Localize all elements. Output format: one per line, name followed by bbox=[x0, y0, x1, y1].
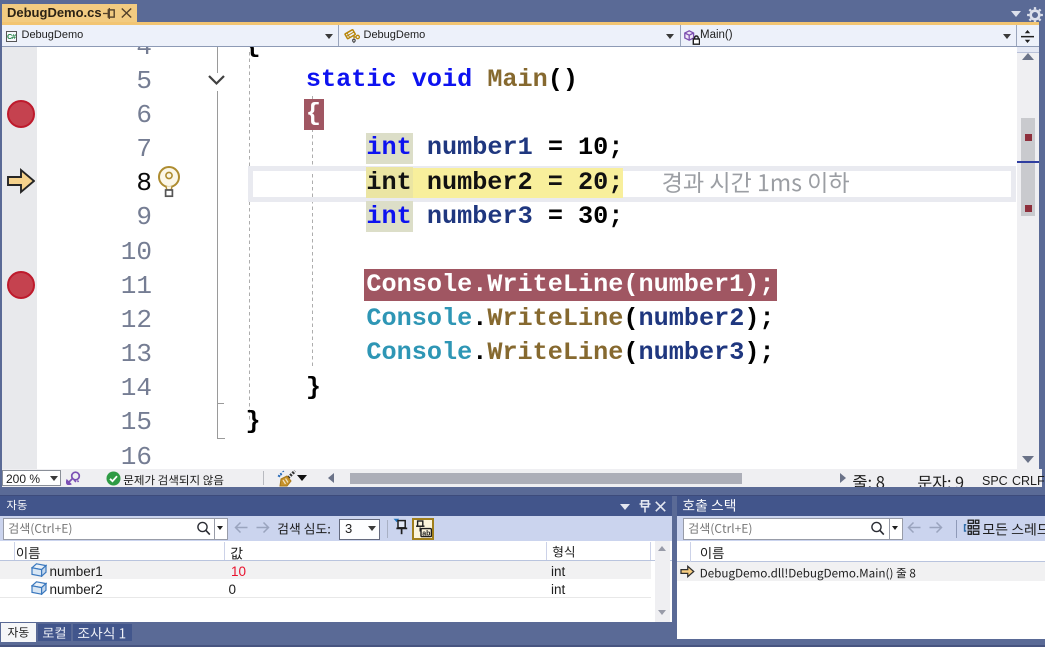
svg-text:ab: ab bbox=[422, 530, 430, 537]
